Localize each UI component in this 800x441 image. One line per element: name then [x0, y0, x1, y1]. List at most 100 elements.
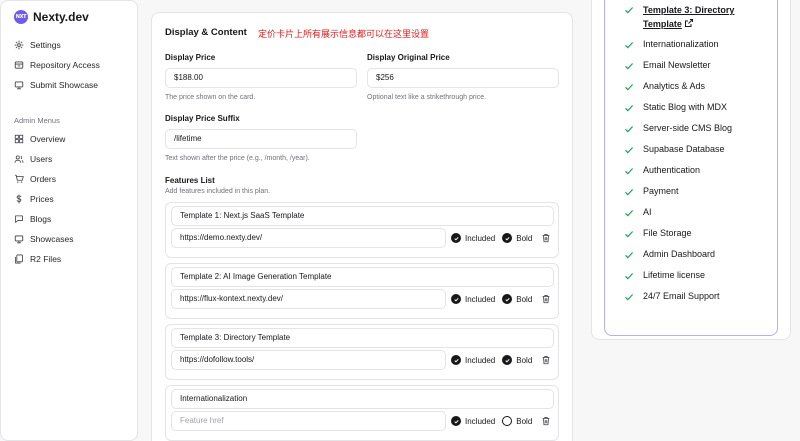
- preview-feature: Server-side CMS Blog: [624, 123, 732, 134]
- sidebar-item-prices[interactable]: Prices: [14, 192, 54, 206]
- bold-checkbox[interactable]: [502, 355, 513, 365]
- sidebar-item-label: R2 Files: [30, 254, 62, 264]
- sidebar-item-label: Settings: [30, 40, 61, 50]
- bold-label: Bold: [516, 233, 533, 243]
- sidebar-item-label: Blogs: [30, 214, 52, 224]
- feature-href-input[interactable]: Feature href: [171, 411, 446, 431]
- display-price-help: The price shown on the card.: [165, 94, 256, 101]
- display-price-label: Display Price: [165, 53, 216, 62]
- check-icon: [505, 358, 510, 363]
- check-icon: [505, 236, 510, 241]
- price-suffix-label: Display Price Suffix: [165, 114, 240, 123]
- sidebar-item-label: Showcases: [30, 234, 74, 244]
- card-title: Display & Content: [165, 27, 247, 38]
- feature-options: Included Bold: [451, 415, 551, 427]
- included-checkbox[interactable]: [451, 233, 461, 243]
- sidebar-item-repository-access[interactable]: Repository Access: [14, 58, 100, 72]
- feature-href-input[interactable]: https://demo.nexty.dev/: [171, 228, 446, 248]
- trash-icon[interactable]: [541, 294, 551, 304]
- check-icon: [625, 168, 634, 175]
- sidebar-item-showcases[interactable]: Showcases: [14, 232, 73, 246]
- included-checkbox[interactable]: [451, 416, 461, 426]
- check-icon: [625, 84, 634, 91]
- preview-feature: 24/7 Email Support: [624, 291, 720, 302]
- sidebar-item-submit-showcase[interactable]: Submit Showcase: [14, 78, 98, 92]
- sidebar-item-label: Repository Access: [30, 60, 100, 70]
- price-suffix-help: Text shown after the price (e.g., /month…: [165, 155, 310, 162]
- bold-label: Bold: [516, 416, 533, 426]
- trash-icon[interactable]: [541, 416, 551, 426]
- display-content-card: Display & Content 定价卡片上所有展示信息都可以在这里设置 Di…: [151, 12, 573, 441]
- check-icon: [625, 105, 634, 112]
- sidebar-item-label: Overview: [30, 134, 66, 144]
- sidebar-item-orders[interactable]: Orders: [14, 172, 56, 186]
- check-icon: [625, 147, 634, 154]
- feature-item: Internationalization Feature href Includ…: [165, 385, 559, 441]
- display-original-price-input[interactable]: $256: [367, 68, 559, 88]
- check-icon: [453, 297, 459, 302]
- check-icon: [625, 189, 634, 196]
- preview-feature: Payment: [624, 186, 679, 197]
- sidebar: NXT Nexty.dev Settings Repository Access…: [0, 0, 138, 441]
- bold-checkbox[interactable]: [502, 416, 513, 426]
- check-icon: [625, 7, 634, 14]
- sidebar-item-label: Orders: [30, 174, 56, 184]
- trash-icon[interactable]: [541, 233, 551, 243]
- preview-feature: Analytics & Ads: [624, 81, 705, 92]
- brand-logo: NXT: [14, 10, 28, 24]
- brand[interactable]: NXT Nexty.dev: [14, 10, 89, 24]
- admin-menus-label: Admin Menus: [14, 116, 60, 125]
- sidebar-item-settings[interactable]: Settings: [14, 38, 61, 52]
- bold-checkbox[interactable]: [502, 294, 513, 304]
- included-checkbox[interactable]: [451, 355, 461, 365]
- brand-name: Nexty.dev: [33, 10, 89, 24]
- dollar-icon: [16, 194, 22, 204]
- feature-title-input[interactable]: Template 1: Next.js SaaS Template: [171, 206, 554, 226]
- preview-feature: Supabase Database: [624, 144, 725, 155]
- check-icon: [453, 358, 459, 363]
- check-icon: [625, 63, 634, 70]
- feature-options: Included Bold: [451, 354, 551, 366]
- check-icon: [625, 252, 634, 259]
- check-icon: [625, 231, 634, 238]
- feature-href-input[interactable]: https://dofollow.tools/: [171, 350, 446, 370]
- check-icon: [505, 297, 510, 302]
- preview-feature: Admin Dashboard: [624, 249, 715, 260]
- feature-item: Template 2: AI Image Generation Template…: [165, 263, 559, 319]
- gear-icon: [14, 40, 24, 50]
- preview-feature: AI: [624, 207, 652, 218]
- check-icon: [453, 236, 459, 241]
- features-list-help: Add features included in this plan.: [165, 188, 271, 195]
- price-suffix-input[interactable]: /lifetime: [165, 129, 357, 149]
- sidebar-item-label: Submit Showcase: [30, 80, 99, 90]
- feature-title-input[interactable]: Template 2: AI Image Generation Template: [171, 267, 554, 287]
- feature-title-input[interactable]: Internationalization: [171, 389, 554, 409]
- preview-feature-link[interactable]: Template 3: Directory Template: [624, 4, 755, 31]
- sidebar-item-label: Users: [30, 154, 53, 164]
- check-icon: [625, 273, 634, 280]
- check-icon: [625, 210, 634, 217]
- chat-icon: [15, 215, 23, 223]
- sidebar-item-users[interactable]: Users: [14, 152, 52, 166]
- feature-options: Included Bold: [451, 232, 551, 244]
- included-label: Included: [465, 233, 496, 243]
- included-label: Included: [465, 294, 496, 304]
- feature-title-input[interactable]: Template 3: Directory Template: [171, 328, 554, 348]
- preview-feature: Email Newsletter: [624, 60, 711, 71]
- sidebar-item-label: Prices: [30, 194, 54, 204]
- included-checkbox[interactable]: [451, 294, 461, 304]
- monitor-icon: [14, 235, 24, 244]
- sidebar-item-r2-files[interactable]: R2 Files: [14, 252, 61, 266]
- bold-checkbox[interactable]: [502, 233, 513, 243]
- display-price-input[interactable]: $188.00: [165, 68, 357, 88]
- bold-label: Bold: [516, 355, 533, 365]
- sidebar-item-blogs[interactable]: Blogs: [14, 212, 51, 226]
- display-original-price-label: Display Original Price: [367, 53, 450, 62]
- preview-feature: Lifetime license: [624, 270, 705, 281]
- feature-href-input[interactable]: https://flux-kontext.nexty.dev/: [171, 289, 446, 309]
- external-link-icon: [684, 19, 693, 27]
- preview-feature: Internationalization: [624, 39, 719, 50]
- trash-icon[interactable]: [541, 355, 551, 365]
- sidebar-item-overview[interactable]: Overview: [14, 132, 65, 146]
- features-list-label: Features List: [165, 176, 215, 185]
